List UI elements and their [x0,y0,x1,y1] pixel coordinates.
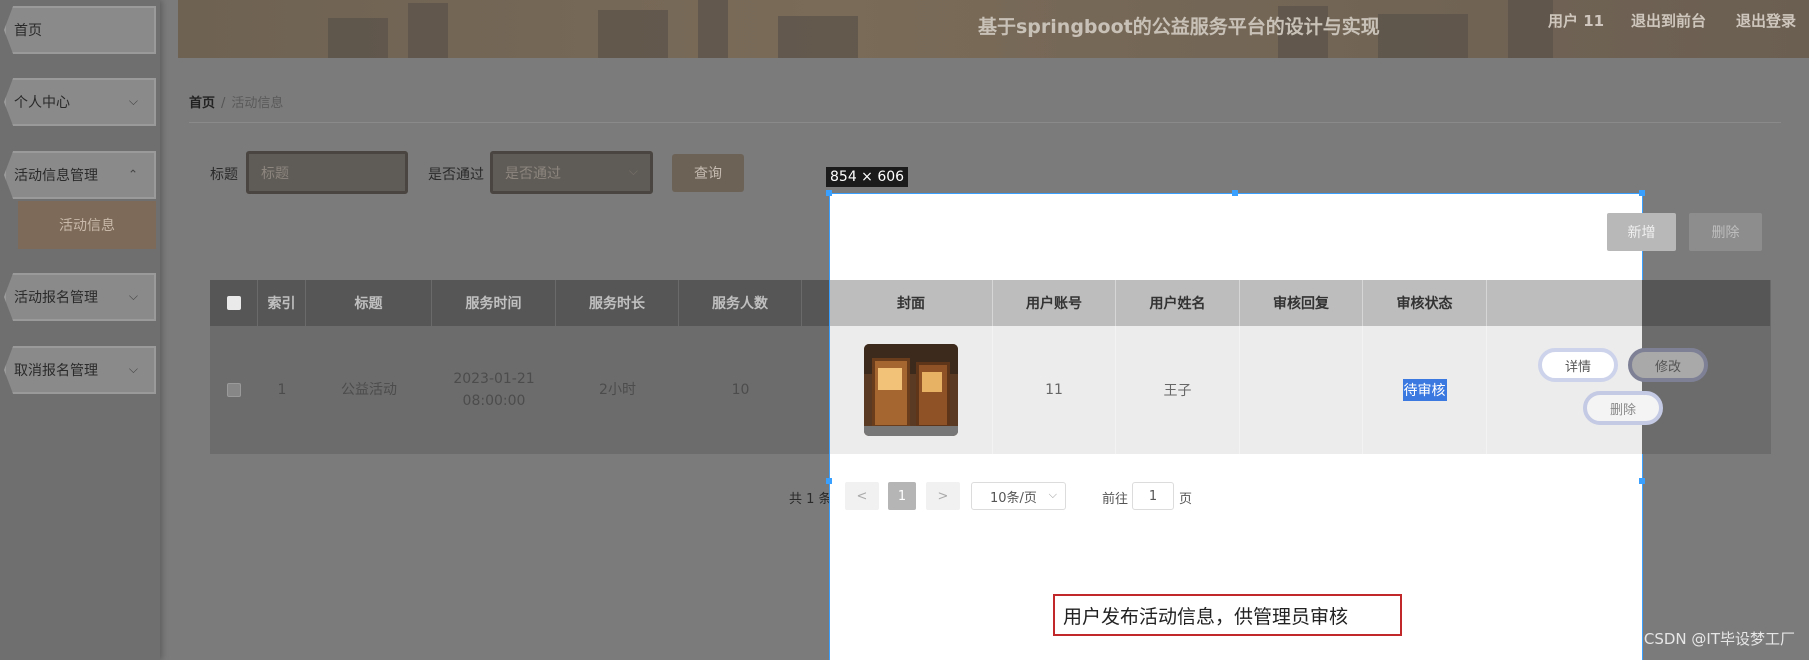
cell-reply [1240,326,1363,454]
divider [189,122,1781,123]
column-header: 索引 [258,280,306,326]
breadcrumb-separator: / [221,96,226,111]
cell-service-time: 2023-01-21 08:00:00 [453,371,535,409]
breadcrumb-home[interactable]: 首页 [189,96,215,111]
column-header: 审核状态 [1363,280,1487,326]
select-all-checkbox[interactable] [226,296,241,310]
column-header: 服务人数 [679,280,802,326]
approved-filter-value: 是否通过 [505,165,561,182]
detail-button[interactable]: 详情 [1538,348,1618,382]
row-select[interactable] [210,326,258,454]
sidebar-item-home[interactable]: 首页 [4,6,156,54]
snip-dimensions-label: 854 × 606 [826,167,909,187]
breadcrumb: 首页 / 活动信息 [189,92,283,111]
sidebar-subitem-activity-info[interactable]: 活动信息 [18,201,156,249]
breadcrumb-current: 活动信息 [231,96,284,111]
cell-index: 1 [277,382,287,398]
chevron-up-icon: ⌃ [127,167,138,182]
chevron-down-icon: ⌵ [128,93,138,108]
skyline-decoration [1378,14,1468,58]
column-header: 服务时间 [432,280,556,326]
prev-page-button[interactable]: < [845,482,879,510]
goto-page-input[interactable]: 1 [1132,482,1174,510]
chevron-down-icon: ⌵ [128,288,138,303]
next-page-button[interactable]: > [926,482,960,510]
header-extension [1642,280,1771,326]
add-button[interactable]: 新增 [1607,213,1676,251]
column-header: 封面 [830,280,993,326]
goto-suffix: 页 [1179,492,1193,507]
delete-row-button[interactable]: 删除 [1583,391,1663,425]
column-header: 用户姓名 [1116,280,1240,326]
sidebar-item-label: 个人中心 [14,95,70,111]
sidebar-item-label: 首页 [14,23,42,39]
resize-handle[interactable] [826,190,832,196]
column-header: 用户账号 [993,280,1116,326]
skyline-decoration [598,10,668,58]
skyline-decoration [328,18,388,58]
skyline-decoration [698,0,728,58]
sidebar-item-registration-management[interactable]: 活动报名管理 ⌵ [4,273,156,321]
column-header: 服务时长 [556,280,679,326]
app-title: 基于springboot的公益服务平台的设计与实现 [978,16,1380,38]
title-filter-label: 标题 [210,167,238,183]
approved-filter-label: 是否通过 [428,167,484,183]
title-filter-input[interactable]: 标题 [246,151,408,194]
skyline-decoration [1508,0,1553,58]
row-checkbox[interactable] [227,383,241,397]
exit-to-front-link[interactable]: 退出到前台 [1631,10,1706,31]
resize-handle[interactable] [1639,190,1645,196]
sidebar-item-label: 取消报名管理 [14,363,98,379]
status-badge: 待审核 [1402,379,1447,401]
cell-account: 11 [993,326,1116,454]
approved-filter-select[interactable]: 是否通过 ⌵ [490,151,653,194]
cover-image[interactable] [864,344,958,436]
pager-total: 共 1 条 [789,492,832,507]
sidebar-item-activity-management[interactable]: 活动信息管理 ⌃ [4,151,156,199]
cell-actions [1487,326,1642,454]
row-extension [1642,326,1771,454]
cell-title: 公益活动 [341,382,397,398]
sidebar: 首页 个人中心 ⌵ 活动信息管理 ⌃ 活动信息 活动报名管理 ⌵ 取消报名管理 … [0,0,160,660]
delete-selected-button[interactable]: 删除 [1689,213,1762,251]
column-header: 审核回复 [1240,280,1363,326]
resize-handle[interactable] [1232,190,1238,196]
caption-box: 用户发布活动信息，供管理员审核 [1053,594,1402,636]
watermark: CSDN @IT毕设梦工厂 [1643,630,1795,648]
header-select-all[interactable] [210,280,258,326]
skyline-decoration [408,3,448,58]
query-button[interactable]: 查询 [672,154,744,192]
edit-button[interactable]: 修改 [1628,348,1708,382]
column-header: 标题 [306,280,432,326]
top-header: 基于springboot的公益服务平台的设计与实现 用户 11 退出到前台 退出… [178,0,1809,58]
logout-link[interactable]: 退出登录 [1736,10,1796,31]
page-size-select[interactable]: 10条/页 ⌵ [971,482,1066,510]
chevron-down-icon: ⌵ [128,361,138,376]
chevron-down-icon: ⌵ [1048,488,1057,501]
cell-people: 10 [731,382,750,398]
skyline-decoration [778,16,858,58]
user-label: 用户 11 [1548,12,1605,30]
cell-name: 王子 [1116,326,1240,454]
goto-prefix: 前往 [1102,492,1129,507]
page-1-button[interactable]: 1 [888,482,916,510]
sidebar-item-label: 活动报名管理 [14,290,98,306]
cell-cover [830,326,993,454]
chevron-down-icon: ⌵ [628,164,638,178]
resize-handle[interactable] [1639,478,1645,484]
cell-status: 待审核 [1363,326,1487,454]
cell-duration: 2小时 [599,382,636,398]
resize-handle[interactable] [826,478,832,484]
sidebar-item-label: 活动信息管理 [14,168,98,184]
page-size-value: 10条/页 [990,490,1037,506]
sidebar-item-cancel-management[interactable]: 取消报名管理 ⌵ [4,346,156,394]
sidebar-item-personal-center[interactable]: 个人中心 ⌵ [4,78,156,126]
sidebar-subitem-label: 活动信息 [59,218,115,234]
